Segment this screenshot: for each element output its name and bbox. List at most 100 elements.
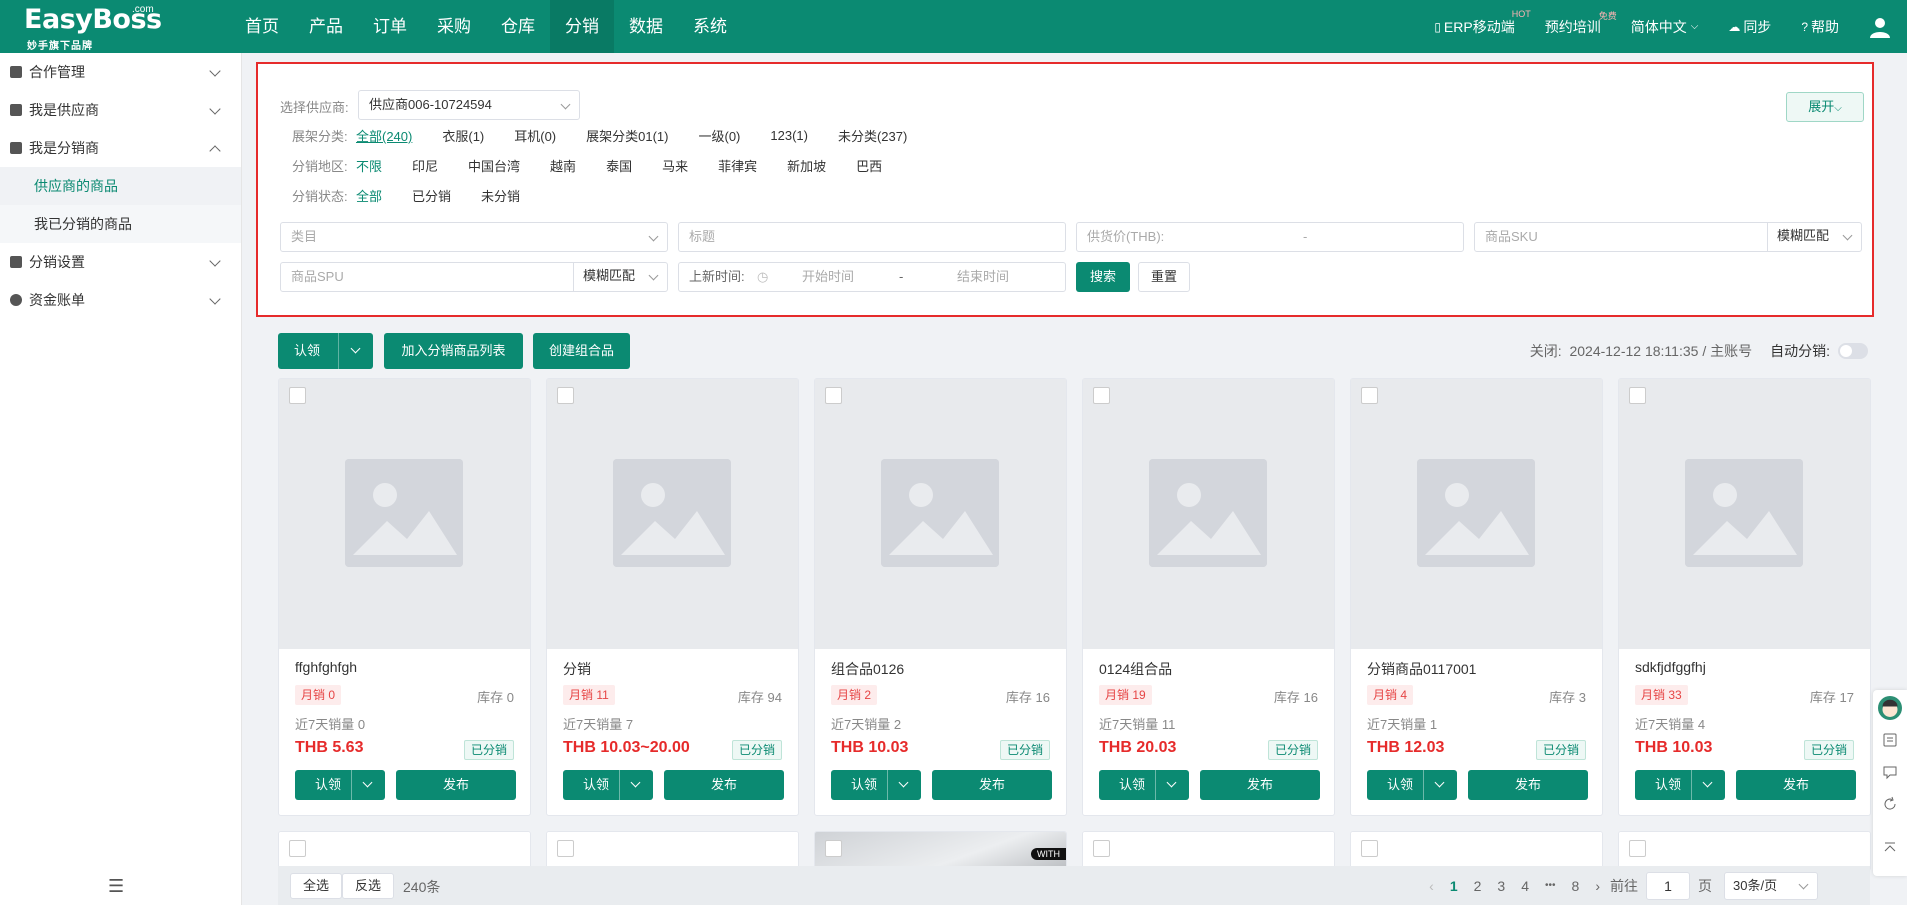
product-checkbox[interactable] xyxy=(1361,840,1378,857)
category-option[interactable]: 耳机(0) xyxy=(514,126,556,145)
sync-button[interactable]: ☁ 同步 xyxy=(1728,17,1771,37)
product-name[interactable]: 分销商品0117001 xyxy=(1367,659,1476,679)
expand-button[interactable]: 展开⌵ xyxy=(1786,92,1864,122)
product-checkbox[interactable] xyxy=(557,387,574,404)
product-image[interactable] xyxy=(815,379,1066,649)
product-checkbox[interactable] xyxy=(1629,387,1646,404)
claim-dropdown-button[interactable]: 认领 xyxy=(1367,770,1457,800)
help-button[interactable]: ? 帮助 xyxy=(1801,17,1839,37)
training-link[interactable]: 预约培训 免费 xyxy=(1545,11,1617,37)
claim-dropdown-button[interactable]: 认领 xyxy=(563,770,653,800)
publish-button[interactable]: 发布 xyxy=(932,770,1052,800)
refresh-icon[interactable] xyxy=(1882,796,1898,812)
invert-selection-button[interactable]: 反选 xyxy=(342,873,394,899)
claim-dropdown-toggle[interactable] xyxy=(1155,770,1189,800)
message-icon[interactable] xyxy=(1882,764,1898,780)
status-option[interactable]: 未分销 xyxy=(481,186,520,205)
spu-input[interactable]: 商品SPU 模糊匹配 xyxy=(280,262,668,292)
product-image[interactable] xyxy=(1083,379,1334,649)
region-option[interactable]: 巴西 xyxy=(856,156,882,175)
product-name[interactable]: sdkfjdfggfhj xyxy=(1635,659,1706,675)
claim-dropdown-toggle[interactable] xyxy=(1691,770,1725,800)
category-option[interactable]: 123(1) xyxy=(770,128,808,143)
region-option[interactable]: 泰国 xyxy=(606,156,632,175)
next-page-icon[interactable]: › xyxy=(1595,878,1600,894)
page-number[interactable]: 1 xyxy=(1450,878,1458,894)
sidebar-group-dist-settings[interactable]: 分销设置 xyxy=(0,243,241,281)
page-size-select[interactable]: 30条/页 xyxy=(1724,871,1818,900)
publish-button[interactable]: 发布 xyxy=(1736,770,1856,800)
region-option[interactable]: 中国台湾 xyxy=(468,156,520,175)
claim-dropdown-toggle[interactable] xyxy=(619,770,653,800)
product-checkbox[interactable] xyxy=(289,387,306,404)
region-option[interactable]: 越南 xyxy=(550,156,576,175)
product-checkbox[interactable] xyxy=(825,840,842,857)
page-number[interactable]: 8 xyxy=(1572,878,1580,894)
region-option[interactable]: 新加坡 xyxy=(787,156,826,175)
status-option[interactable]: 全部 xyxy=(356,186,382,205)
nav-home[interactable]: 首页 xyxy=(230,0,294,53)
category-option[interactable]: 全部(240) xyxy=(356,126,412,145)
prev-page-icon[interactable]: ‹ xyxy=(1429,878,1434,894)
publish-button[interactable]: 发布 xyxy=(396,770,516,800)
sidebar-group-supplier[interactable]: 我是供应商 xyxy=(0,91,241,129)
claim-dropdown-button[interactable]: 认领 xyxy=(1635,770,1725,800)
nav-product[interactable]: 产品 xyxy=(294,0,358,53)
region-option[interactable]: 不限 xyxy=(356,156,382,175)
claim-dropdown-button[interactable]: 认领 xyxy=(831,770,921,800)
erp-mobile-link[interactable]: ▯ ERP移动端 HOT xyxy=(1434,9,1530,37)
publish-button[interactable]: 发布 xyxy=(1200,770,1320,800)
category-select[interactable]: 类目 xyxy=(280,222,668,252)
back-to-top-icon[interactable] xyxy=(1882,840,1898,856)
product-image[interactable] xyxy=(1619,379,1870,649)
category-option[interactable]: 一级(0) xyxy=(699,126,741,145)
region-option[interactable]: 印尼 xyxy=(412,156,438,175)
category-option[interactable]: 展架分类01(1) xyxy=(586,126,668,145)
search-button[interactable]: 搜索 xyxy=(1076,262,1130,292)
sku-match-select[interactable]: 模糊匹配 xyxy=(1767,222,1861,252)
publish-button[interactable]: 发布 xyxy=(664,770,784,800)
product-name[interactable]: 0124组合品 xyxy=(1099,659,1172,679)
price-range-input[interactable]: 供货价(THB): - xyxy=(1076,222,1464,252)
page-number[interactable]: 2 xyxy=(1474,878,1482,894)
nav-purchase[interactable]: 采购 xyxy=(422,0,486,53)
product-checkbox[interactable] xyxy=(1093,387,1110,404)
product-name[interactable]: ffghfghfgh xyxy=(295,659,357,675)
product-image[interactable] xyxy=(1351,379,1602,649)
category-option[interactable]: 衣服(1) xyxy=(442,126,484,145)
product-checkbox[interactable] xyxy=(557,840,574,857)
page-number[interactable]: 4 xyxy=(1521,878,1529,894)
sidebar-group-bills[interactable]: 资金账单 xyxy=(0,281,241,319)
add-to-distribution-list-button[interactable]: 加入分销商品列表 xyxy=(384,333,523,369)
user-avatar-icon[interactable] xyxy=(1869,16,1891,38)
easyboss-logo[interactable]: EasyBoss .com 妙手旗下品牌 xyxy=(24,4,164,52)
region-option[interactable]: 菲律宾 xyxy=(718,156,757,175)
sidebar-item-supplier-products[interactable]: 供应商的商品 xyxy=(0,167,241,205)
status-option[interactable]: 已分销 xyxy=(412,186,451,205)
new-time-range[interactable]: 上新时间: ◷ 开始时间 - 结束时间 xyxy=(678,262,1066,292)
region-option[interactable]: 马来 xyxy=(662,156,688,175)
sidebar-group-cooperation[interactable]: 合作管理 xyxy=(0,53,241,91)
nav-distribution[interactable]: 分销 xyxy=(550,0,614,53)
product-checkbox[interactable] xyxy=(825,387,842,404)
product-checkbox[interactable] xyxy=(289,840,306,857)
category-option[interactable]: 未分类(237) xyxy=(838,126,907,145)
sidebar-item-my-distributed[interactable]: 我已分销的商品 xyxy=(0,205,241,243)
product-image[interactable] xyxy=(279,379,530,649)
document-icon[interactable] xyxy=(1882,732,1898,748)
claim-dropdown-button[interactable]: 认领 xyxy=(1099,770,1189,800)
nav-order[interactable]: 订单 xyxy=(358,0,422,53)
reset-button[interactable]: 重置 xyxy=(1138,262,1190,292)
goto-page-input[interactable]: 1 xyxy=(1646,871,1690,900)
claim-dropdown-button[interactable]: 认领 xyxy=(295,770,385,800)
claim-dropdown-button[interactable]: 认领 xyxy=(278,333,373,369)
auto-distribution-toggle[interactable] xyxy=(1838,343,1868,359)
page-number[interactable]: 3 xyxy=(1497,878,1505,894)
sku-input[interactable]: 商品SKU 模糊匹配 xyxy=(1474,222,1862,252)
create-combo-button[interactable]: 创建组合品 xyxy=(533,333,630,369)
product-checkbox[interactable] xyxy=(1361,387,1378,404)
customer-service-avatar-icon[interactable] xyxy=(1878,696,1902,720)
spu-match-select[interactable]: 模糊匹配 xyxy=(573,262,667,292)
claim-dropdown-toggle[interactable] xyxy=(351,770,385,800)
supplier-select[interactable]: 供应商006-10724594 xyxy=(358,90,580,120)
